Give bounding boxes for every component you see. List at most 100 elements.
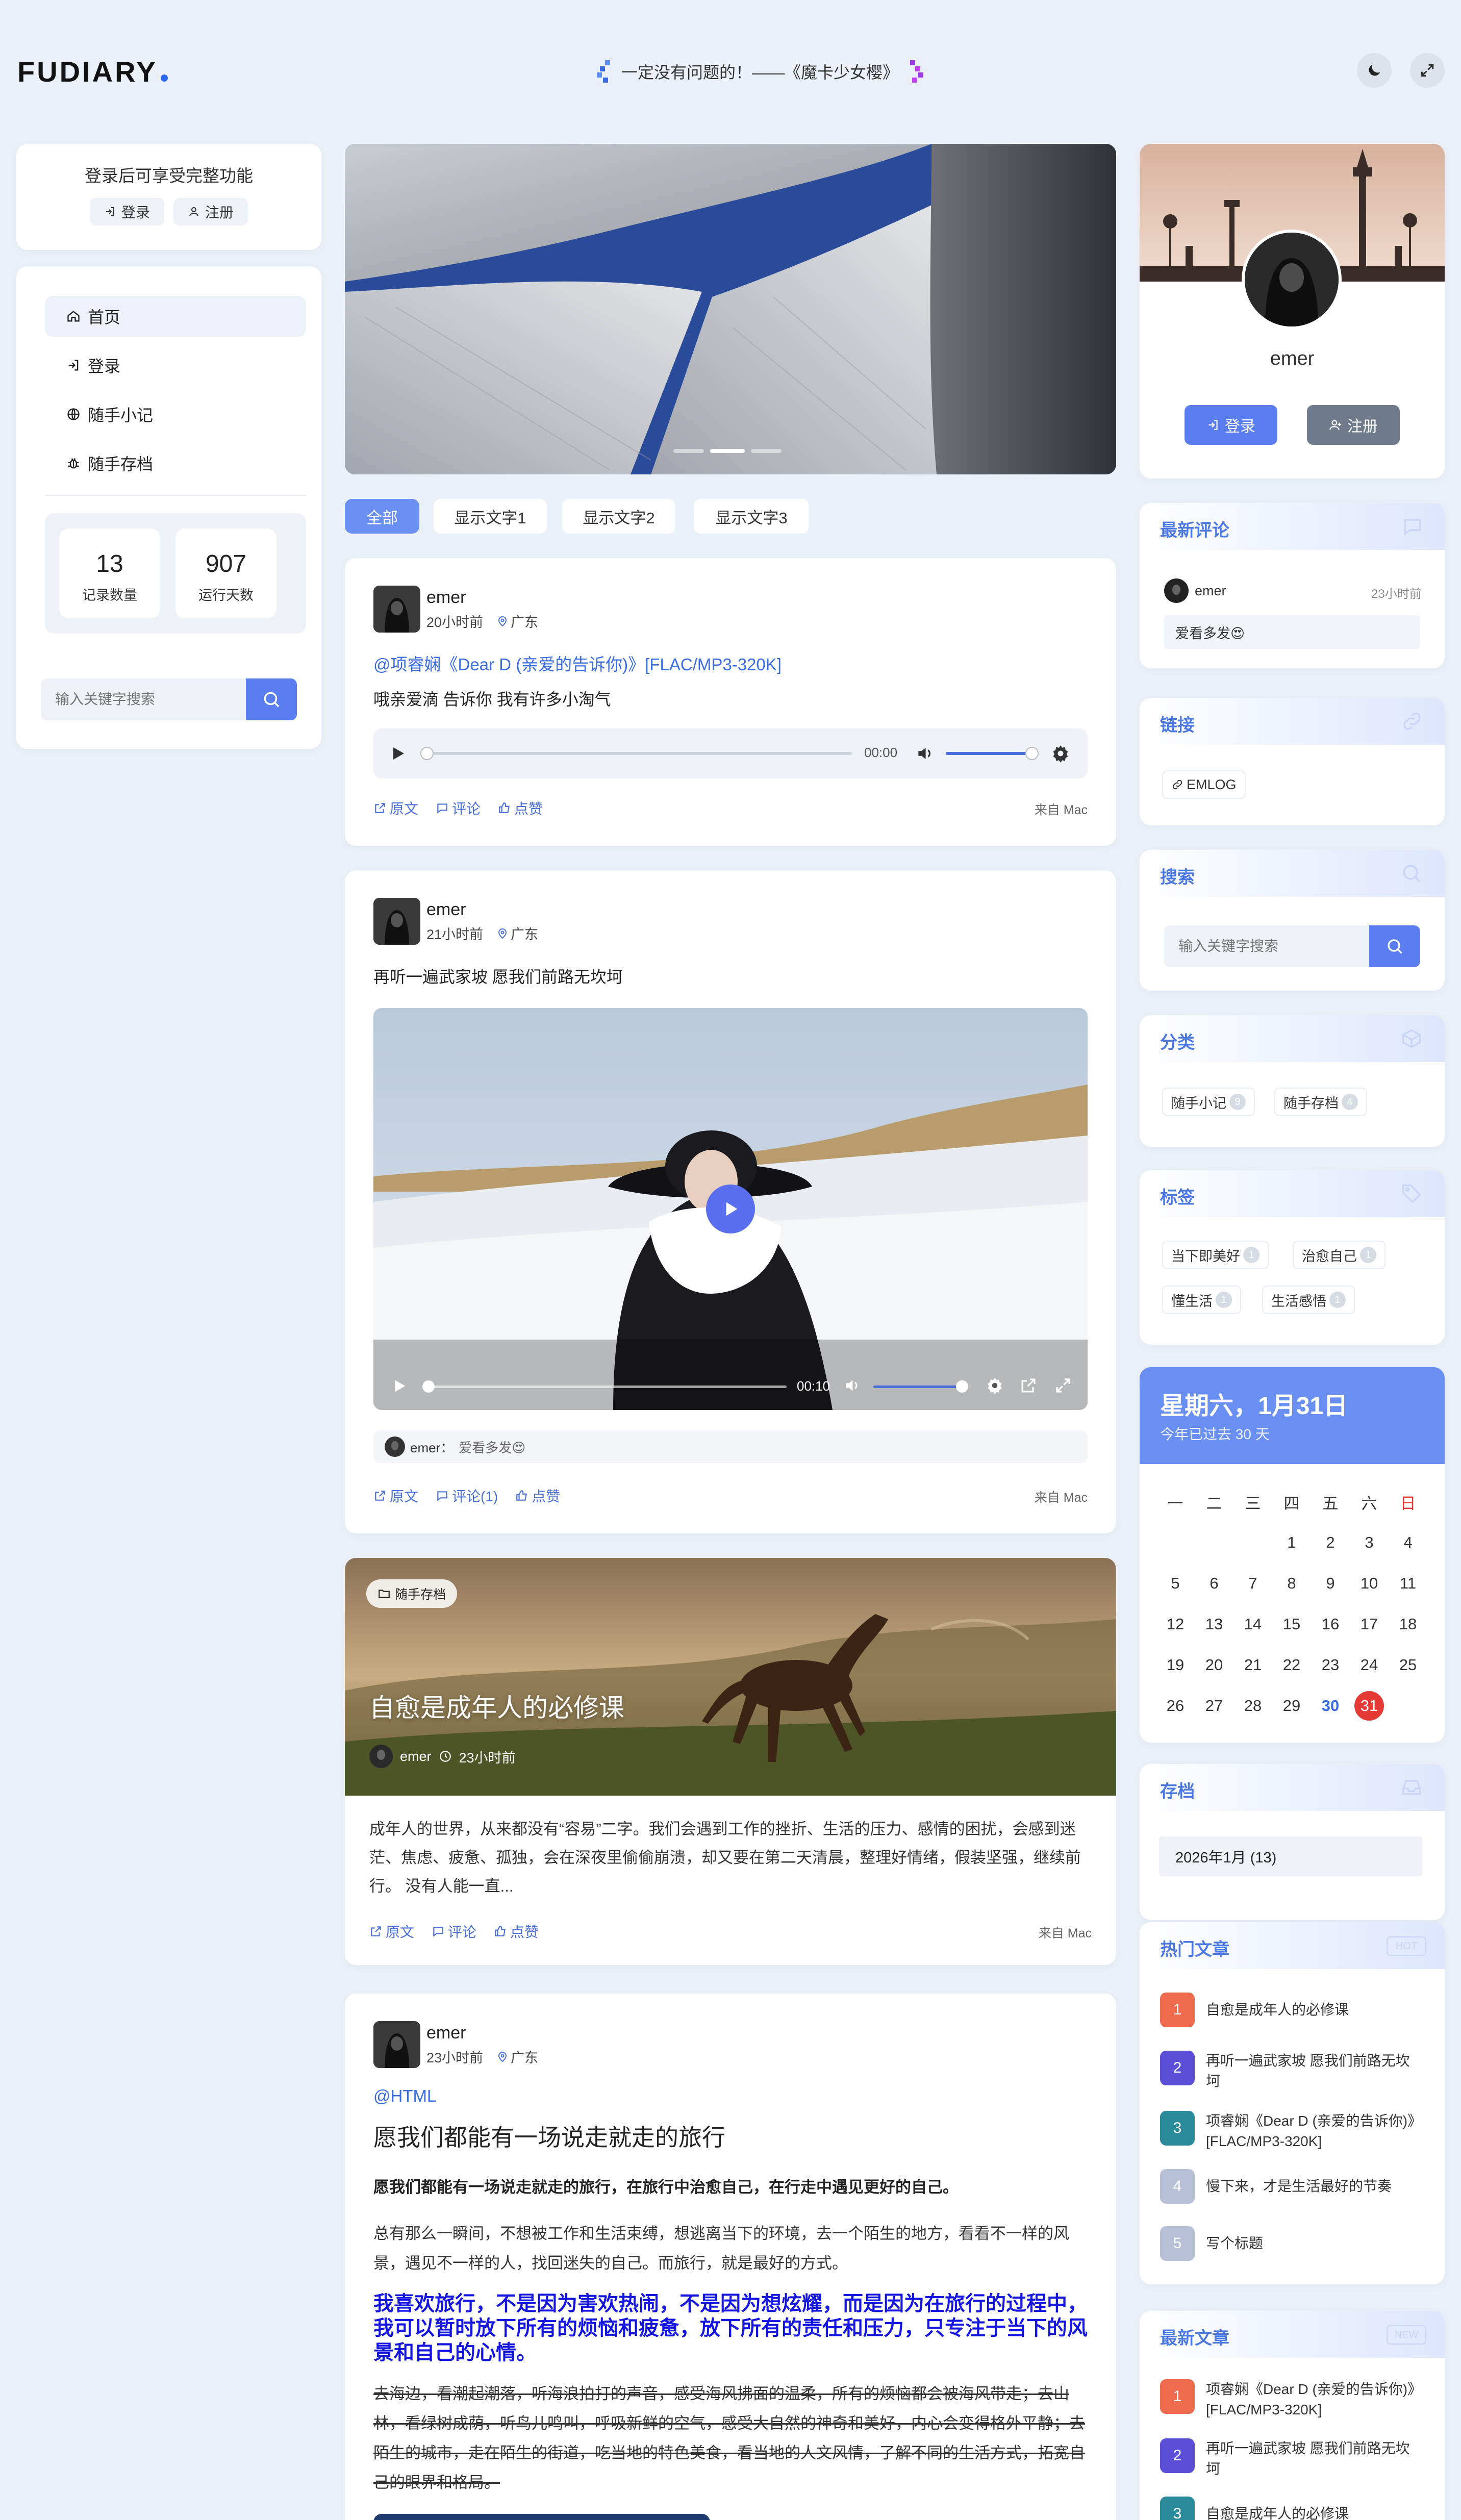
calendar-day[interactable]: 28 xyxy=(1233,1685,1272,1726)
audio-progress[interactable] xyxy=(423,752,852,755)
comment-text[interactable]: 爱看多发😍 xyxy=(1164,615,1420,649)
comment-button[interactable]: 评论 xyxy=(436,798,481,818)
nav-item-login[interactable]: 登录 xyxy=(45,345,306,386)
calendar-day[interactable]: 31 xyxy=(1350,1685,1389,1726)
calendar-day[interactable]: 23 xyxy=(1311,1645,1350,1685)
new-item[interactable]: 3 自愈是成年人的必修课 xyxy=(1160,2497,1415,2520)
calendar-day[interactable]: 2 xyxy=(1311,1522,1350,1563)
comment-button[interactable]: 评论 xyxy=(432,1921,476,1942)
author-avatar[interactable] xyxy=(373,2021,420,2068)
carousel-dot-active[interactable] xyxy=(710,449,745,453)
volume-slider[interactable] xyxy=(946,752,1031,755)
calendar-day[interactable]: 22 xyxy=(1272,1645,1311,1685)
calendar-day[interactable]: 1 xyxy=(1272,1522,1311,1563)
tag-item[interactable]: 治愈自己 1 xyxy=(1293,1241,1386,1269)
nav-item-notes[interactable]: 随手小记 xyxy=(45,394,306,435)
new-item[interactable]: 1 项睿娴《Dear D (亲爱的告诉你)》[FLAC/MP3-320K] xyxy=(1160,2379,1415,2420)
calendar-day[interactable]: 3 xyxy=(1350,1522,1389,1563)
post-link[interactable]: @项睿娴《Dear D (亲爱的告诉你)》[FLAC/MP3-320K] xyxy=(373,651,782,675)
play-icon[interactable] xyxy=(391,1377,408,1395)
filter-all[interactable]: 全部 xyxy=(345,499,419,534)
tag-item[interactable]: 生活感悟 1 xyxy=(1262,1286,1355,1314)
fullscreen-icon[interactable] xyxy=(1054,1376,1072,1395)
video-volume-thumb[interactable] xyxy=(956,1380,968,1393)
tag-item[interactable]: 懂生活 1 xyxy=(1162,1286,1241,1314)
tag-item[interactable]: 当下即美好 1 xyxy=(1162,1241,1269,1269)
like-button[interactable]: 点赞 xyxy=(498,798,543,818)
calendar-day[interactable]: 15 xyxy=(1272,1604,1311,1645)
audio-progress-thumb[interactable] xyxy=(420,747,434,760)
right-search-input[interactable] xyxy=(1164,925,1369,967)
author-avatar[interactable] xyxy=(373,586,420,633)
calendar-day[interactable]: 17 xyxy=(1350,1604,1389,1645)
like-button[interactable]: 点赞 xyxy=(515,1485,560,1506)
nav-item-archive[interactable]: 随手存档 xyxy=(45,443,306,484)
calendar-day[interactable]: 14 xyxy=(1233,1604,1272,1645)
article-title[interactable]: 自愈是成年人的必修课 xyxy=(369,1687,624,1724)
profile-register-button[interactable]: 注册 xyxy=(1307,405,1400,445)
left-search-input[interactable] xyxy=(41,678,246,720)
category-badge[interactable]: 随手存档 xyxy=(366,1579,458,1608)
author-name[interactable]: emer xyxy=(426,588,466,608)
settings-icon[interactable] xyxy=(986,1376,1004,1395)
post-link[interactable]: @HTML xyxy=(373,2086,436,2106)
hot-item[interactable]: 4 慢下来，才是生活最好的节奏 xyxy=(1160,2169,1415,2204)
calendar-day[interactable]: 19 xyxy=(1156,1645,1195,1685)
calendar-day[interactable]: 21 xyxy=(1233,1645,1272,1685)
calendar-day[interactable]: 27 xyxy=(1195,1685,1233,1726)
category-notes[interactable]: 随手小记 9 xyxy=(1162,1088,1255,1116)
article-cover[interactable]: 随手存档 自愈是成年人的必修课 emer 23小时前 xyxy=(345,1558,1116,1796)
view-original-button[interactable]: 原文 xyxy=(373,1485,418,1506)
archive-item[interactable]: 2026年1月 (13) xyxy=(1159,1836,1422,1876)
video-progress-thumb[interactable] xyxy=(422,1380,435,1393)
link-item-emlog[interactable]: EMLOG xyxy=(1162,770,1246,799)
calendar-day[interactable]: 16 xyxy=(1311,1604,1350,1645)
video-progress[interactable] xyxy=(425,1385,787,1388)
author-avatar[interactable] xyxy=(373,898,420,945)
hero-carousel[interactable] xyxy=(345,144,1116,474)
calendar-day[interactable]: 20 xyxy=(1195,1645,1233,1685)
hot-item[interactable]: 3 项睿娴《Dear D (亲爱的告诉你)》[FLAC/MP3-320K] xyxy=(1160,2111,1415,2152)
volume-icon[interactable] xyxy=(915,744,935,763)
calendar-day[interactable]: 11 xyxy=(1389,1563,1427,1604)
calendar-day[interactable]: 13 xyxy=(1195,1604,1233,1645)
nav-item-home[interactable]: 首页 xyxy=(45,296,306,337)
calendar-day[interactable]: 7 xyxy=(1233,1563,1272,1604)
hot-item[interactable]: 5 写个标题 xyxy=(1160,2226,1415,2261)
like-button[interactable]: 点赞 xyxy=(494,1921,539,1942)
comment-author[interactable]: emer xyxy=(1164,578,1226,603)
post-title[interactable]: 愿我们都能有一场说走就走的旅行 xyxy=(373,2119,725,2153)
video-play-button[interactable] xyxy=(706,1185,755,1233)
calendar-day[interactable]: 5 xyxy=(1156,1563,1195,1604)
calendar-day[interactable]: 12 xyxy=(1156,1604,1195,1645)
popout-icon[interactable] xyxy=(1019,1376,1038,1395)
left-search-button[interactable] xyxy=(246,678,297,720)
dark-mode-button[interactable] xyxy=(1357,53,1392,88)
play-icon[interactable] xyxy=(389,744,407,763)
login-button[interactable]: 登录 xyxy=(89,198,164,225)
carousel-dot[interactable] xyxy=(751,449,782,453)
author-name[interactable]: emer xyxy=(426,900,466,920)
settings-icon[interactable] xyxy=(1051,744,1070,763)
video-player[interactable]: 00:10 xyxy=(373,1008,1088,1410)
volume-icon[interactable] xyxy=(843,1376,861,1395)
comment-button[interactable]: 评论(1) xyxy=(436,1485,498,1506)
calendar-day[interactable]: 29 xyxy=(1272,1685,1311,1726)
calendar-day[interactable]: 18 xyxy=(1389,1604,1427,1645)
author-name[interactable]: emer xyxy=(426,2023,466,2043)
new-item[interactable]: 2 再听一遍武家坡 愿我们前路无坎坷 xyxy=(1160,2438,1415,2479)
calendar-day[interactable]: 24 xyxy=(1350,1645,1389,1685)
video-volume-slider[interactable] xyxy=(873,1385,960,1388)
hot-item[interactable]: 2 再听一遍武家坡 愿我们前路无坎坷 xyxy=(1160,2051,1415,2091)
calendar-day[interactable]: 26 xyxy=(1156,1685,1195,1726)
calendar-day[interactable]: 25 xyxy=(1389,1645,1427,1685)
calendar-day[interactable]: 9 xyxy=(1311,1563,1350,1604)
calendar-day[interactable]: 6 xyxy=(1195,1563,1233,1604)
right-search-button[interactable] xyxy=(1369,925,1420,967)
view-original-button[interactable]: 原文 xyxy=(373,798,418,818)
view-original-button[interactable]: 原文 xyxy=(369,1921,414,1942)
profile-login-button[interactable]: 登录 xyxy=(1185,405,1277,445)
calendar-day[interactable]: 4 xyxy=(1389,1522,1427,1563)
volume-thumb[interactable] xyxy=(1025,747,1039,760)
filter-2[interactable]: 显示文字2 xyxy=(562,499,675,534)
